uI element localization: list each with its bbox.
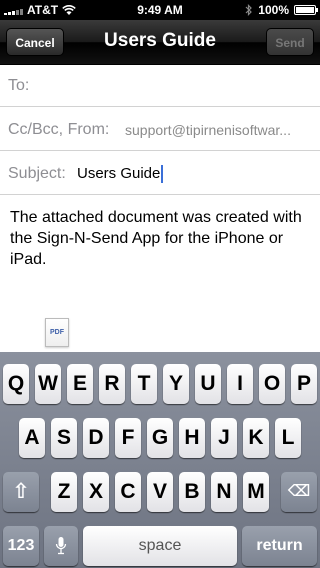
battery-icon [294,5,318,15]
key-j[interactable]: J [211,418,237,458]
key-y[interactable]: Y [163,364,189,404]
microphone-key[interactable] [44,526,78,566]
delete-key[interactable]: ⌫ [281,472,317,512]
key-u[interactable]: U [195,364,221,404]
microphone-icon [55,536,67,554]
nav-bar: Cancel Users Guide Send [0,20,320,65]
numbers-key[interactable]: 123 [3,526,39,566]
key-t[interactable]: T [131,364,157,404]
shift-key[interactable]: ⇧ [3,472,39,512]
key-s[interactable]: S [51,418,77,458]
subject-input[interactable]: Users Guide [77,165,164,184]
bluetooth-icon [245,4,253,16]
status-bar: AT&T 9:49 AM 100% [0,0,320,20]
key-v[interactable]: V [147,472,173,512]
key-h[interactable]: H [179,418,205,458]
cc-bcc-from-field[interactable]: Cc/Bcc, From: support@tipirnenisoftwar..… [0,108,320,151]
key-c[interactable]: C [115,472,141,512]
key-r[interactable]: R [99,364,125,404]
key-m[interactable]: M [243,472,269,512]
key-q[interactable]: Q [3,364,29,404]
key-g[interactable]: G [147,418,173,458]
key-i[interactable]: I [227,364,253,404]
key-a[interactable]: A [19,418,45,458]
key-k[interactable]: K [243,418,269,458]
subject-field[interactable]: Subject: Users Guide [0,152,320,195]
key-b[interactable]: B [179,472,205,512]
key-l[interactable]: L [275,418,301,458]
key-w[interactable]: W [35,364,61,404]
subject-value: Users Guide [77,165,161,182]
return-key[interactable]: return [242,526,317,566]
key-z[interactable]: Z [51,472,77,512]
cc-label: Cc/Bcc, From: [8,121,110,138]
to-label: To: [8,77,30,94]
battery-percent: 100% [258,3,289,17]
key-e[interactable]: E [67,364,93,404]
pdf-attachment-icon[interactable]: PDF [45,318,69,347]
keyboard: ⇧ ⌫ 123 space return QWERTYUIOP ASDFGHJKL… [0,352,320,568]
from-address: support@tipirnenisoftwar... [125,122,291,138]
key-x[interactable]: X [83,472,109,512]
text-caret [161,165,164,184]
message-body[interactable]: The attached document was created with t… [10,207,310,270]
key-f[interactable]: F [115,418,141,458]
key-d[interactable]: D [83,418,109,458]
key-n[interactable]: N [211,472,237,512]
to-field[interactable]: To: [0,64,320,107]
send-button[interactable]: Send [266,28,314,56]
key-o[interactable]: O [259,364,285,404]
key-p[interactable]: P [291,364,317,404]
subject-label: Subject: [8,165,66,182]
space-key[interactable]: space [83,526,237,566]
